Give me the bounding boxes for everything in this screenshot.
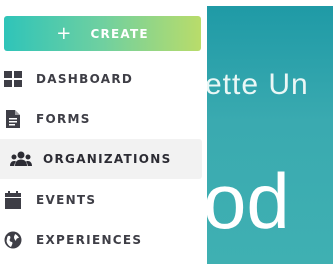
sidebar-item-label: FORMS	[36, 112, 91, 126]
sidebar-item-label: ORGANIZATIONS	[43, 152, 172, 166]
sidebar-item-events[interactable]: EVENTS	[0, 180, 202, 220]
globe-icon	[4, 231, 22, 249]
sidebar: + CREATE DASHBOARD FORMS ORGANIZATIONS E…	[0, 0, 207, 264]
hero-heading: ette Un	[207, 68, 309, 101]
sidebar-item-label: EXPERIENCES	[36, 233, 143, 247]
sidebar-item-label: DASHBOARD	[36, 72, 134, 86]
plus-icon: +	[56, 22, 73, 44]
sidebar-item-label: EVENTS	[36, 193, 97, 207]
dashboard-grid-icon	[4, 70, 22, 88]
calendar-icon	[4, 191, 22, 209]
users-group-icon	[10, 150, 32, 168]
sidebar-item-organizations[interactable]: ORGANIZATIONS	[0, 139, 202, 179]
create-button-label: CREATE	[90, 26, 149, 41]
document-icon	[4, 110, 22, 128]
hero-banner: ette Un od	[207, 6, 333, 264]
sidebar-item-dashboard[interactable]: DASHBOARD	[0, 59, 202, 99]
create-button[interactable]: + CREATE	[4, 16, 201, 51]
sidebar-item-forms[interactable]: FORMS	[0, 99, 202, 139]
hero-title: od	[207, 157, 290, 245]
sidebar-item-experiences[interactable]: EXPERIENCES	[0, 220, 202, 260]
